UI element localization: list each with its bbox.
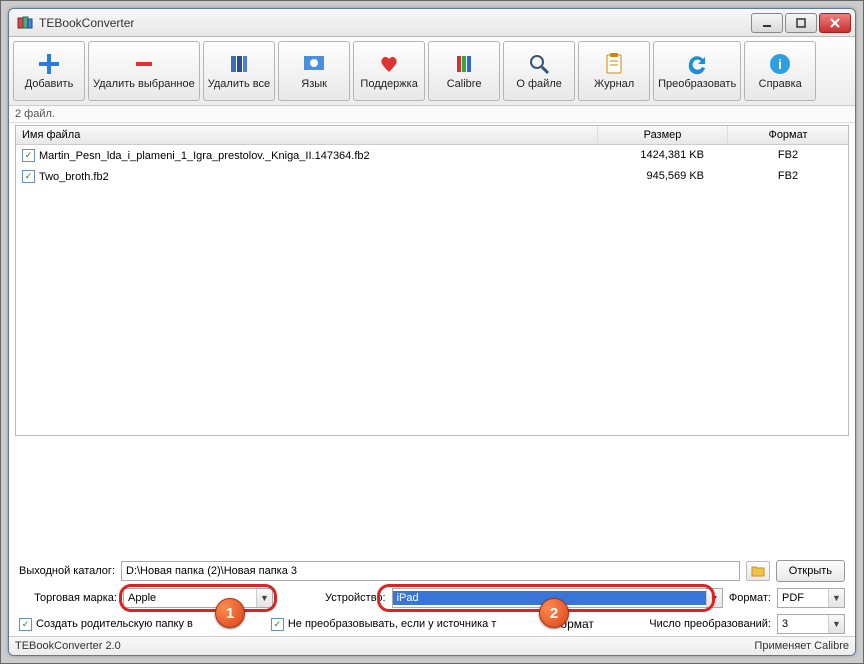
language-label: Язык <box>301 78 327 90</box>
toolbar: Добавить Удалить выбранное Удалить все Я… <box>9 37 855 106</box>
flag-icon <box>302 52 326 76</box>
table-row[interactable]: Two_broth.fb2 945,569 KB FB2 <box>16 166 848 187</box>
refresh-icon <box>685 52 709 76</box>
minimize-button[interactable] <box>751 13 783 33</box>
format-combo[interactable]: PDF ▼ <box>777 588 845 608</box>
chevron-down-icon: ▼ <box>706 589 722 607</box>
col-format[interactable]: Формат <box>728 126 848 144</box>
format-value: PDF <box>778 592 828 604</box>
calibre-icon <box>452 52 476 76</box>
titlebar: TEBookConverter <box>9 9 855 37</box>
table-header: Имя файла Размер Формат <box>16 126 848 145</box>
statusbar: TEBookConverter 2.0 Применяет Calibre <box>9 636 855 655</box>
conv-count-label: Число преобразований: <box>649 618 771 630</box>
cell-filename: Martin_Pesn_lda_i_plameni_1_Igra_prestol… <box>39 150 370 162</box>
brand-label: Торговая марка: <box>19 592 117 604</box>
plus-icon <box>37 52 61 76</box>
no-convert-label: Не преобразовывать, если у источника т <box>288 618 497 630</box>
cell-filename: Two_broth.fb2 <box>39 171 109 183</box>
support-button[interactable]: Поддержка <box>353 41 425 101</box>
clipboard-icon <box>602 52 626 76</box>
chevron-down-icon: ▼ <box>828 615 844 633</box>
bottom-panel: Выходной каталог: D:\Новая папка (2)\Нов… <box>9 554 855 636</box>
status-left: TEBookConverter 2.0 <box>15 640 754 652</box>
svg-text:i: i <box>778 56 782 72</box>
convert-label: Преобразовать <box>658 78 736 90</box>
delete-all-button[interactable]: Удалить все <box>203 41 275 101</box>
col-size[interactable]: Размер <box>598 126 728 144</box>
output-dir-field[interactable]: D:\Новая папка (2)\Новая папка 3 <box>121 561 740 581</box>
about-label: О файле <box>516 78 561 90</box>
cell-format: FB2 <box>728 147 848 164</box>
device-combo[interactable]: iPad ▼ <box>392 588 723 608</box>
open-button[interactable]: Открыть <box>776 560 845 582</box>
output-dir-value: D:\Новая папка (2)\Новая папка 3 <box>126 565 297 577</box>
create-parent-label: Создать родительскую папку в <box>36 618 193 630</box>
add-label: Добавить <box>25 78 74 90</box>
file-table: Имя файла Размер Формат Martin_Pesn_lda_… <box>15 125 849 436</box>
no-convert-tail: ормат <box>560 617 594 631</box>
add-button[interactable]: Добавить <box>13 41 85 101</box>
help-label: Справка <box>759 78 802 90</box>
language-button[interactable]: Язык <box>278 41 350 101</box>
conv-count-combo[interactable]: 3 ▼ <box>777 614 845 634</box>
chevron-down-icon: ▼ <box>828 589 844 607</box>
brand-combo[interactable]: Apple ▼ <box>123 588 273 608</box>
brand-value: Apple <box>124 592 256 604</box>
status-right: Применяет Calibre <box>754 640 849 652</box>
row-checkbox[interactable] <box>22 170 35 183</box>
support-label: Поддержка <box>360 78 417 90</box>
table-row[interactable]: Martin_Pesn_lda_i_plameni_1_Igra_prestol… <box>16 145 848 166</box>
conv-count-value: 3 <box>778 618 828 630</box>
browse-folder-button[interactable] <box>746 561 770 581</box>
close-button[interactable] <box>819 13 851 33</box>
cell-size: 1424,381 KB <box>598 147 728 164</box>
delete-selected-label: Удалить выбранное <box>93 78 195 90</box>
heart-icon <box>377 52 401 76</box>
minus-icon <box>132 52 156 76</box>
chevron-down-icon: ▼ <box>256 589 272 607</box>
output-dir-label: Выходной каталог: <box>19 565 115 577</box>
journal-label: Журнал <box>594 78 634 90</box>
help-button[interactable]: i Справка <box>744 41 816 101</box>
folder-icon <box>751 564 765 578</box>
delete-all-label: Удалить все <box>208 78 270 90</box>
maximize-button[interactable] <box>785 13 817 33</box>
info-icon: i <box>768 52 792 76</box>
delete-selected-button[interactable]: Удалить выбранное <box>88 41 200 101</box>
convert-button[interactable]: Преобразовать <box>653 41 741 101</box>
row-checkbox[interactable] <box>22 149 35 162</box>
cell-format: FB2 <box>728 168 848 185</box>
cell-size: 945,569 KB <box>598 168 728 185</box>
window-title: TEBookConverter <box>39 16 751 30</box>
format-label: Формат: <box>729 592 771 604</box>
file-count-status: 2 файл. <box>9 106 855 123</box>
about-button[interactable]: О файле <box>503 41 575 101</box>
no-convert-checkbox[interactable] <box>271 618 284 631</box>
table-body: Martin_Pesn_lda_i_plameni_1_Igra_prestol… <box>16 145 848 435</box>
app-icon <box>17 15 33 31</box>
journal-button[interactable]: Журнал <box>578 41 650 101</box>
books-icon <box>227 52 251 76</box>
calibre-label: Calibre <box>447 78 482 90</box>
col-filename[interactable]: Имя файла <box>16 126 598 144</box>
device-value: iPad <box>393 591 706 605</box>
device-label: Устройство: <box>325 592 386 604</box>
create-parent-checkbox[interactable] <box>19 618 32 631</box>
app-window: TEBookConverter Добавить Удалить выбранн… <box>8 8 856 656</box>
magnifier-icon <box>527 52 551 76</box>
calibre-button[interactable]: Calibre <box>428 41 500 101</box>
